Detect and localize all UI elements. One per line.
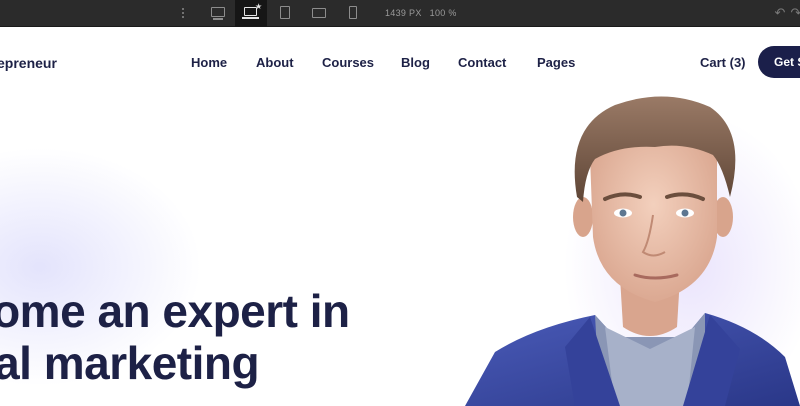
- more-options-icon[interactable]: [178, 6, 188, 21]
- hero-portrait-image: [465, 96, 800, 406]
- mobile-view-button[interactable]: [337, 0, 369, 27]
- width-value[interactable]: 1439: [385, 8, 406, 18]
- nav-home[interactable]: Home: [191, 55, 227, 70]
- headline-line-2: ital marketing: [0, 337, 260, 389]
- mobile-icon: [349, 6, 357, 19]
- tablet-landscape-view-button[interactable]: [303, 0, 335, 27]
- viewport-readout: 1439 PX 100 %: [385, 8, 457, 18]
- nav-blog[interactable]: Blog: [401, 55, 430, 70]
- monitor-icon: [211, 7, 225, 17]
- tablet-icon: [280, 6, 290, 19]
- site-preview: epreneur Home About Courses Blog Contact…: [0, 27, 800, 406]
- redo-icon[interactable]: ↷: [788, 5, 800, 21]
- main-nav: Home About Courses Blog Contact Pages: [0, 55, 800, 73]
- editor-toolbar: ★ 1439 PX 100 % ↶ ↷: [0, 0, 800, 27]
- headline-line-1: come an expert in: [0, 285, 350, 337]
- tablet-view-button[interactable]: [269, 0, 301, 27]
- laptop-view-button[interactable]: ★: [235, 0, 267, 27]
- get-started-button[interactable]: Get Started: [758, 46, 800, 78]
- tablet-landscape-icon: [312, 8, 326, 18]
- desktop-view-button[interactable]: [202, 0, 234, 27]
- star-icon: ★: [255, 2, 263, 11]
- nav-about[interactable]: About: [256, 55, 294, 70]
- zoom-value[interactable]: 100: [430, 8, 446, 18]
- nav-courses[interactable]: Courses: [322, 55, 374, 70]
- hero-headline: come an expert in ital marketing: [0, 285, 350, 389]
- undo-icon[interactable]: ↶: [772, 5, 788, 21]
- nav-pages[interactable]: Pages: [537, 55, 575, 70]
- cart-link[interactable]: Cart (3): [700, 55, 746, 70]
- nav-contact[interactable]: Contact: [458, 55, 506, 70]
